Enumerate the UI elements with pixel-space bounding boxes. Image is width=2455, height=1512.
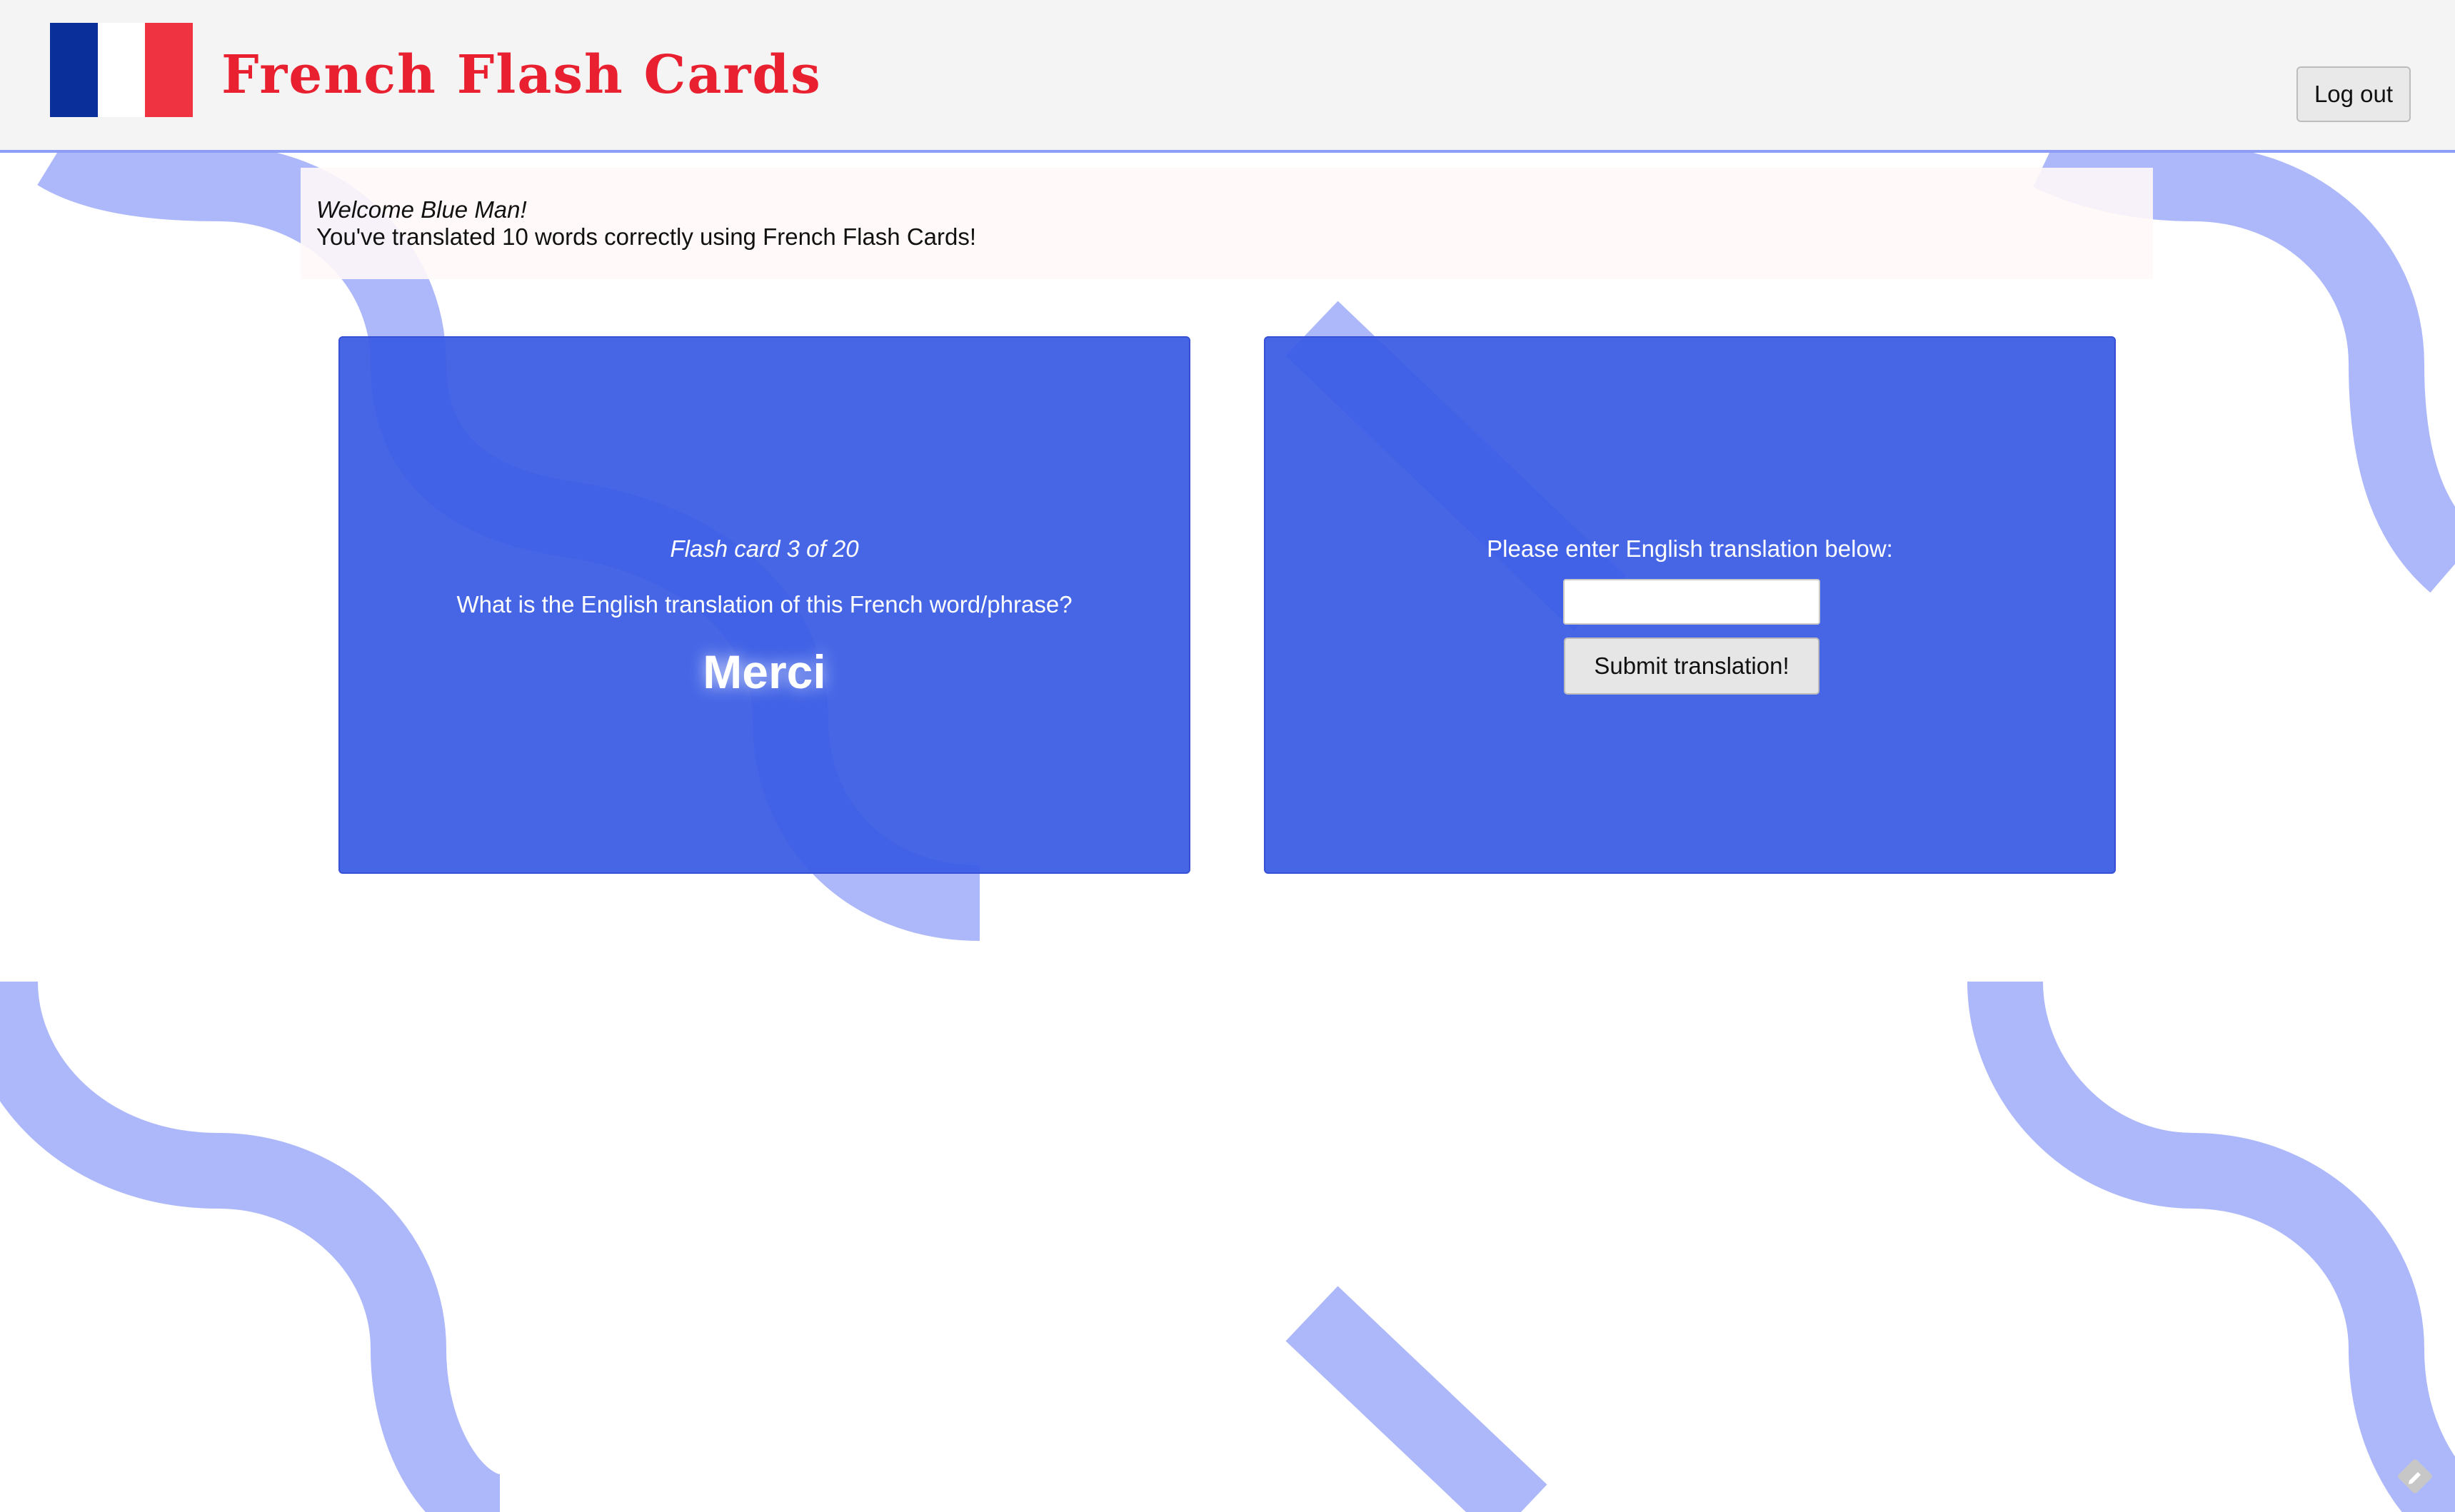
translation-input[interactable] xyxy=(1563,579,1820,625)
translation-prompt: Please enter English translation below: xyxy=(1487,535,1893,562)
app-header: French Flash Cards Log out xyxy=(0,0,2455,153)
welcome-greeting: Welcome Blue Man! xyxy=(316,196,527,223)
submit-translation-button[interactable]: Submit translation! xyxy=(1564,637,1819,695)
translation-count-text: You've translated 10 words correctly usi… xyxy=(316,223,977,250)
flash-card: Flash card 3 of 20 What is the English t… xyxy=(338,336,1190,874)
flash-card-question: What is the English translation of this … xyxy=(456,591,1073,618)
wave-shape xyxy=(0,980,503,1512)
welcome-banner: Welcome Blue Man! You've translated 10 w… xyxy=(301,168,2153,279)
logout-button[interactable]: Log out xyxy=(2296,66,2411,122)
pencil-feedback-icon[interactable] xyxy=(2395,1456,2435,1496)
french-flag-icon xyxy=(50,23,194,117)
flag-blue-stripe xyxy=(50,23,98,117)
app-title: French Flash Cards xyxy=(221,44,822,106)
wave-shape xyxy=(1967,980,2455,1512)
flag-white-stripe xyxy=(97,23,146,117)
flash-card-counter: Flash card 3 of 20 xyxy=(670,535,859,562)
diagonal-bar xyxy=(1285,1286,1547,1512)
french-word: Merci xyxy=(703,645,826,698)
flag-red-stripe xyxy=(145,23,194,117)
answer-card: Please enter English translation below: … xyxy=(1264,336,2116,874)
